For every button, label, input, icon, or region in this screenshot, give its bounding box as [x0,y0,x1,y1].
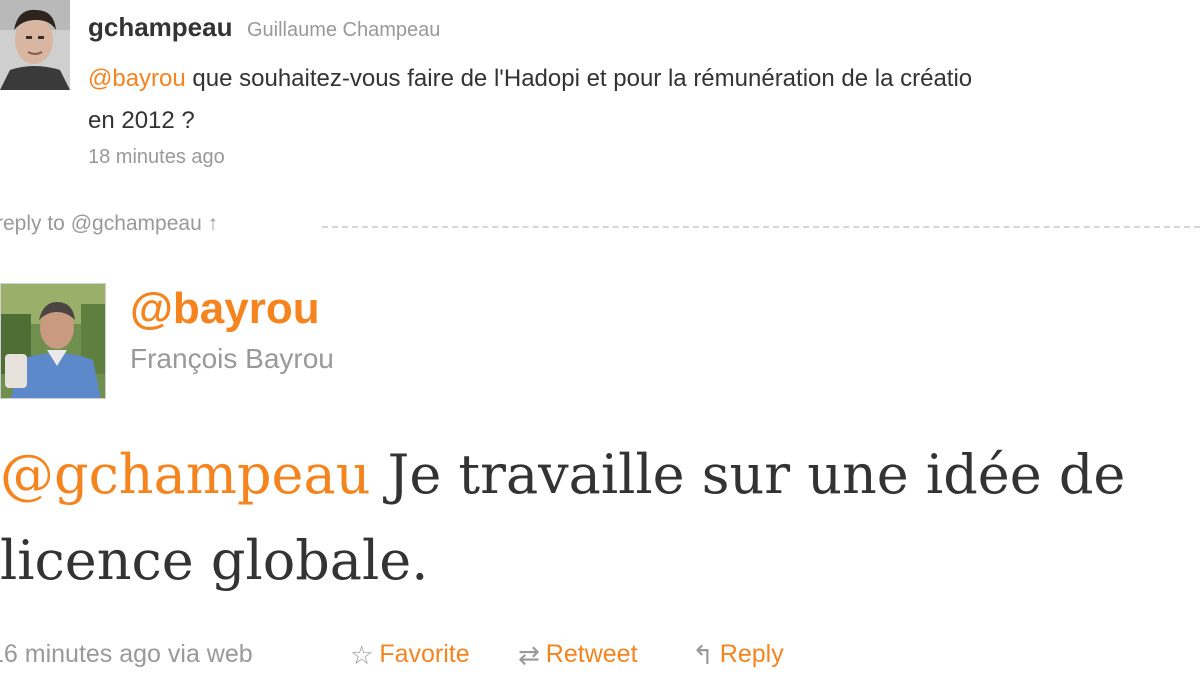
reply-author-avatar[interactable] [0,0,70,90]
dashed-divider-line [322,226,1200,228]
retweet-label: Retweet [545,640,638,668]
retweet-button[interactable]: ⇄ Retweet [518,640,638,669]
favorite-button[interactable]: ☆ Favorite [350,640,470,669]
reply-text-line1: que souhaitez-vous faire de l'Hadopi et … [185,65,973,92]
main-text-line1: @gchampeau Je travaille sur une idée de [0,432,1200,518]
reply-arrow-icon: ↰ [692,639,714,670]
reply-author-header: gchampeau Guillaume Champeau [88,12,440,43]
in-reply-divider: reply to @gchampeau ↑ [0,212,1200,242]
reply-author-screen-name[interactable]: gchampeau [88,12,233,42]
main-timestamp[interactable]: 16 minutes ago via web [0,640,253,669]
main-tweet-text: @gchampeau Je travaille sur une idée de … [0,432,1200,604]
reply-timestamp[interactable]: 18 minutes ago [88,146,225,169]
reply-text-line2: en 2012 ? [88,107,195,134]
in-reply-label: reply to @gchampeau [0,212,202,235]
in-reply-link[interactable]: reply to @gchampeau ↑ [0,212,237,236]
reply-tweet-text: @bayrou que souhaitez-vous faire de l'Ha… [88,58,1200,142]
retweet-arrows-icon: ⇄ [518,639,540,670]
main-mention-link[interactable]: @gchampeau [0,443,371,506]
avatar-photo-gchampeau [0,0,70,90]
tweet-meta-actions: 16 minutes ago via web ☆ Favorite ⇄ Retw… [0,640,1200,676]
star-outline-icon: ☆ [350,639,374,670]
main-author-screen-name[interactable]: @bayrou [130,284,320,334]
up-arrow-icon: ↑ [207,212,219,235]
reply-label: Reply [719,640,784,668]
reply-author-full-name: Guillaume Champeau [246,19,441,41]
main-text-line1-body: Je travaille sur une idée de [370,443,1126,506]
main-text-line2: licence globale. [0,529,429,592]
favorite-label: Favorite [379,640,470,668]
main-author-full-name: François Bayrou [130,343,334,374]
reply-button[interactable]: ↰ Reply [692,640,784,669]
reply-mention-link[interactable]: @bayrou [88,65,186,92]
avatar-photo-bayrou [1,284,105,398]
main-author-avatar[interactable] [0,283,106,399]
